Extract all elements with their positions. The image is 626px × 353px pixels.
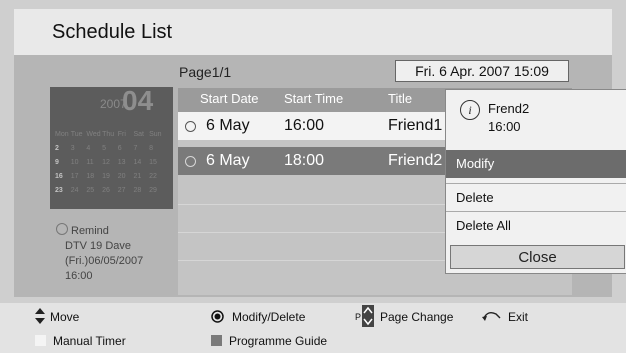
page-change-hint: Page Change xyxy=(380,310,454,324)
weekday-label: Thu xyxy=(102,131,115,138)
remind-date: (Fri.)06/05/2007 xyxy=(65,255,144,267)
ok-button-icon xyxy=(211,310,224,323)
clock-icon xyxy=(185,156,196,167)
delete-option[interactable]: Delete xyxy=(446,183,626,211)
calendar-day: 20 xyxy=(117,173,126,180)
calendar-day: 6 xyxy=(117,145,122,152)
calendar-week: 16 17 18 19 20 21 22 xyxy=(55,173,165,180)
calendar-day: 25 xyxy=(86,187,95,194)
back-arrow-icon xyxy=(482,311,501,321)
title-bar: Schedule List xyxy=(14,9,612,55)
calendar-day: 7 xyxy=(133,145,138,152)
calendar-day: 17 xyxy=(70,173,79,180)
row-title: Friend2 xyxy=(388,152,443,169)
calendar-day: 5 xyxy=(102,145,106,152)
delete-all-option[interactable]: Delete All xyxy=(446,211,626,239)
remind-label: Remind xyxy=(71,225,109,237)
up-down-arrow-icon xyxy=(35,308,45,324)
page-title: Schedule List xyxy=(52,21,173,43)
calendar-week: 9 10 11 12 13 14 15 xyxy=(55,159,165,166)
options-popup: i Frend2 16:00 Modify Delete Delete All … xyxy=(445,89,626,274)
clock-icon xyxy=(185,121,196,132)
row-title: Friend1 xyxy=(388,117,443,134)
row-time: 18:00 xyxy=(284,152,325,169)
column-title: Title xyxy=(388,91,413,106)
column-start-date: Start Date xyxy=(200,91,259,106)
calendar-week: 2 3 4 5 6 7 8 xyxy=(55,145,165,152)
yellow-key-icon xyxy=(35,335,46,346)
info-icon: i xyxy=(460,100,480,120)
calendar-day: 21 xyxy=(133,173,142,180)
modify-option[interactable]: Modify xyxy=(446,150,626,178)
calendar-day: 15 xyxy=(149,159,157,166)
calendar-day: 10 xyxy=(70,159,79,166)
calendar-day: 26 xyxy=(102,187,110,194)
calendar-day: 19 xyxy=(102,173,110,180)
calendar-day: 13 xyxy=(117,159,126,166)
current-datetime: Fri. 6 Apr. 2007 15:09 xyxy=(395,60,569,82)
page-key-label: P xyxy=(355,312,362,322)
calendar-day: 11 xyxy=(86,159,94,166)
calendar-month: 04 xyxy=(122,85,154,116)
weekday-label: Mon xyxy=(55,131,69,138)
page-indicator: Page1/1 xyxy=(179,64,232,80)
calendar-day: 18 xyxy=(86,173,95,180)
calendar-day: 8 xyxy=(149,145,154,152)
calendar-day: 24 xyxy=(70,187,79,194)
remind-details: Remind DTV 19 Dave (Fri.)06/05/2007 16:0… xyxy=(56,223,143,284)
calendar-day: 9 xyxy=(55,159,59,166)
weekday-label: Wed xyxy=(86,131,101,138)
remind-channel: DTV 19 Dave xyxy=(65,240,132,252)
row-date: 6 May xyxy=(206,152,250,169)
calendar-week: 23 24 25 26 27 28 29 xyxy=(55,187,165,194)
calendar-day: 28 xyxy=(133,187,142,194)
calendar-day: 16 xyxy=(55,173,63,180)
mini-calendar: 2007 04 Mon Tue WedThu Fri Sat Sun 2345678 91… xyxy=(50,85,173,209)
calendar-day: 2 xyxy=(55,145,59,152)
calendar-day: 29 xyxy=(149,187,157,194)
clock-icon xyxy=(56,223,68,235)
calendar-day: 14 xyxy=(133,159,142,166)
exit-hint: Exit xyxy=(508,310,529,324)
weekday-label: Tue xyxy=(70,131,83,138)
row-date: 6 May xyxy=(206,117,250,134)
programme-guide-hint: Programme Guide xyxy=(229,334,328,348)
remind-time: 16:00 xyxy=(65,270,93,282)
manual-timer-hint: Manual Timer xyxy=(53,334,126,348)
calendar-weekdays: Mon Tue WedThu Fri Sat Sun xyxy=(55,131,165,138)
calendar-day: 3 xyxy=(70,145,75,152)
calendar-day: 27 xyxy=(117,187,126,194)
calendar-day: 23 xyxy=(55,187,63,194)
modify-delete-hint: Modify/Delete xyxy=(232,310,306,324)
column-start-time: Start Time xyxy=(284,91,344,106)
calendar-day: 4 xyxy=(86,145,91,152)
key-guide-footer: Move Modify/Delete P Page Change Exit Ma… xyxy=(0,303,626,353)
page-up-down-icon xyxy=(362,305,374,327)
popup-program-title: Frend2 xyxy=(488,101,530,116)
blue-key-icon xyxy=(211,335,222,346)
calendar-day: 22 xyxy=(149,173,157,180)
row-time: 16:00 xyxy=(284,117,325,134)
schedule-list-screen: Schedule List Page1/1 Fri. 6 Apr. 2007 1… xyxy=(0,0,626,353)
weekday-label: Fri xyxy=(117,131,126,138)
popup-program-time: 16:00 xyxy=(488,119,521,134)
weekday-label: Sat xyxy=(133,131,144,138)
move-hint: Move xyxy=(50,310,80,324)
close-button[interactable]: Close xyxy=(450,245,625,269)
calendar-day: 12 xyxy=(102,159,110,166)
weekday-label: Sun xyxy=(149,131,162,138)
